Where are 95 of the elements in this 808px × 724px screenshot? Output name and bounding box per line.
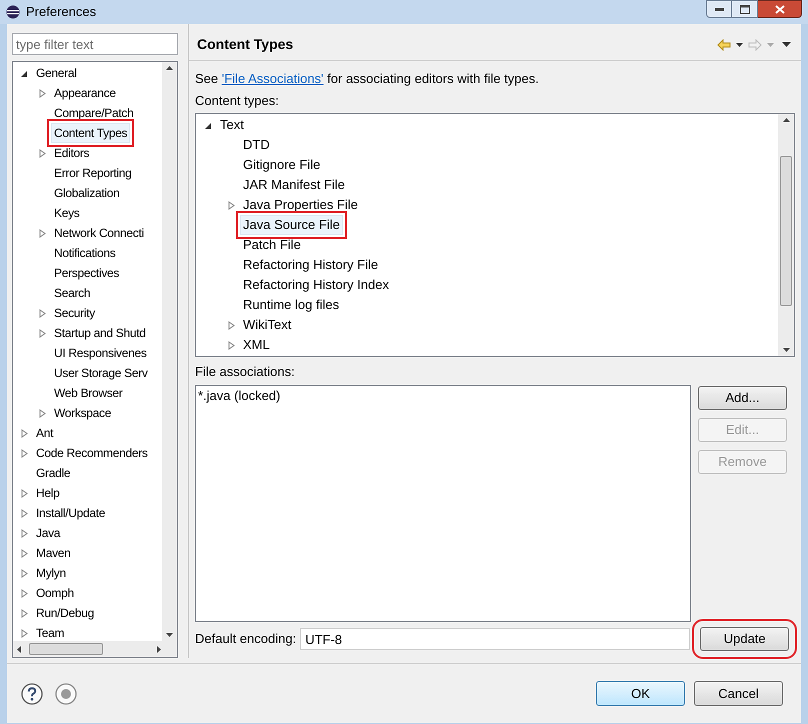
- collapse-icon[interactable]: [205, 120, 212, 130]
- expand-icon[interactable]: [21, 508, 28, 518]
- page-title: Content Types: [197, 35, 294, 54]
- tree-item[interactable]: Error Reporting: [51, 163, 135, 183]
- scroll-down-icon: [782, 348, 790, 352]
- expand-icon[interactable]: [228, 340, 235, 350]
- back-arrow-icon[interactable]: [717, 38, 731, 50]
- maximize-button[interactable]: [732, 0, 758, 18]
- content-type-item[interactable]: Runtime log files: [240, 295, 342, 315]
- tree-item[interactable]: UI Responsivenes: [51, 343, 150, 363]
- close-icon: [774, 4, 784, 14]
- encoding-label: Default encoding:: [195, 630, 296, 648]
- vertical-scrollbar[interactable]: [162, 62, 177, 641]
- tree-item[interactable]: Search: [51, 283, 94, 303]
- dropdown-icon[interactable]: [736, 42, 743, 46]
- expand-icon[interactable]: [21, 528, 28, 538]
- horizontal-scrollbar[interactable]: [13, 641, 177, 657]
- tree-item[interactable]: Gradle: [33, 463, 74, 483]
- tree-item[interactable]: Startup and Shutd: [51, 323, 149, 343]
- tree-item[interactable]: Appearance: [51, 83, 119, 103]
- tree-item[interactable]: Run/Debug: [33, 603, 98, 623]
- expand-icon[interactable]: [21, 448, 28, 458]
- dialog-button[interactable]: OK: [596, 681, 685, 706]
- record-icon[interactable]: [55, 682, 77, 704]
- dialog-button[interactable]: Cancel: [694, 681, 783, 706]
- minimize-icon: [714, 8, 724, 10]
- content-type-item[interactable]: Refactoring History File: [240, 255, 382, 275]
- collapse-icon[interactable]: [21, 68, 28, 78]
- tree-item[interactable]: Network Connecti: [51, 223, 147, 243]
- content-type-item[interactable]: XML: [240, 335, 273, 355]
- tree-item[interactable]: Workspace: [51, 403, 114, 423]
- scroll-up-icon: [166, 66, 173, 70]
- content-types-label: Content types:: [195, 93, 280, 109]
- side-button[interactable]: Add...: [698, 386, 787, 410]
- minimize-button[interactable]: [706, 0, 732, 18]
- expand-icon[interactable]: [21, 568, 28, 578]
- expand-icon[interactable]: [228, 200, 235, 210]
- filter-field[interactable]: type filter text: [12, 33, 178, 55]
- content-type-item[interactable]: JAR Manifest File: [240, 175, 348, 195]
- tree-item[interactable]: Team: [33, 623, 68, 641]
- content-type-item[interactable]: DTD: [240, 135, 273, 155]
- tree-item[interactable]: Code Recommenders: [33, 443, 151, 463]
- vertical-scrollbar[interactable]: [778, 114, 794, 356]
- tree-item[interactable]: Ant: [33, 423, 56, 443]
- help-icon[interactable]: [21, 682, 43, 704]
- file-association-item[interactable]: *.java (locked): [198, 387, 688, 405]
- tree-item[interactable]: Java: [33, 523, 64, 543]
- content-type-item[interactable]: Gitignore File: [240, 155, 324, 175]
- tree-item[interactable]: Compare/Patch: [51, 103, 136, 123]
- encoding-field[interactable]: UTF-8: [300, 628, 690, 650]
- tree-item[interactable]: Keys: [51, 203, 82, 223]
- expand-icon[interactable]: [21, 608, 28, 618]
- tree-item[interactable]: Maven: [33, 543, 74, 563]
- intro-text: See 'File Associations' for associating editors with file types.: [195, 70, 540, 88]
- expand-icon[interactable]: [39, 148, 46, 158]
- view-menu-icon[interactable]: [782, 42, 791, 47]
- file-associations-label: File associations:: [195, 364, 296, 380]
- tree-item[interactable]: Notifications: [51, 243, 118, 263]
- file-associations-list[interactable]: *.java (locked): [195, 385, 691, 622]
- tree-item[interactable]: General: [33, 63, 80, 83]
- tree-item[interactable]: Help: [33, 483, 62, 503]
- content-type-item[interactable]: Patch File: [240, 235, 304, 255]
- expand-icon[interactable]: [39, 328, 46, 338]
- expand-icon[interactable]: [39, 308, 46, 318]
- tree-item[interactable]: Oomph: [33, 583, 77, 603]
- tree-item[interactable]: Web Browser: [51, 383, 126, 403]
- tree-item[interactable]: User Storage Serv: [51, 363, 151, 383]
- content-type-item[interactable]: Text: [217, 115, 247, 135]
- close-button[interactable]: [758, 0, 802, 18]
- expand-icon[interactable]: [228, 320, 235, 330]
- expand-icon[interactable]: [39, 228, 46, 238]
- content-type-item[interactable]: Refactoring History Index: [240, 275, 392, 295]
- scroll-up-icon: [782, 118, 790, 122]
- content-type-item[interactable]: Java Properties File: [240, 195, 361, 215]
- app-icon: [6, 5, 20, 19]
- tree-item[interactable]: Globalization: [51, 183, 122, 203]
- expand-icon[interactable]: [21, 588, 28, 598]
- tree-item[interactable]: Mylyn: [33, 563, 69, 583]
- scroll-right-icon: [157, 646, 161, 652]
- scroll-down-icon: [166, 633, 173, 637]
- expand-icon[interactable]: [39, 408, 46, 418]
- expand-icon[interactable]: [21, 488, 28, 498]
- tree-item[interactable]: Install/Update: [33, 503, 108, 523]
- tree-item[interactable]: Perspectives: [51, 263, 122, 283]
- expand-icon[interactable]: [39, 88, 46, 98]
- expand-icon[interactable]: [21, 428, 28, 438]
- maximize-icon: [740, 4, 750, 14]
- tree-item[interactable]: Security: [51, 303, 98, 323]
- content-type-item[interactable]: WikiText: [240, 315, 294, 335]
- window-title: Preferences: [26, 3, 96, 22]
- scroll-left-icon: [17, 646, 21, 652]
- expand-icon[interactable]: [21, 548, 28, 558]
- tree-item[interactable]: Editors: [51, 143, 92, 163]
- expand-icon[interactable]: [21, 628, 28, 638]
- file-associations-link[interactable]: 'File Associations': [222, 71, 324, 86]
